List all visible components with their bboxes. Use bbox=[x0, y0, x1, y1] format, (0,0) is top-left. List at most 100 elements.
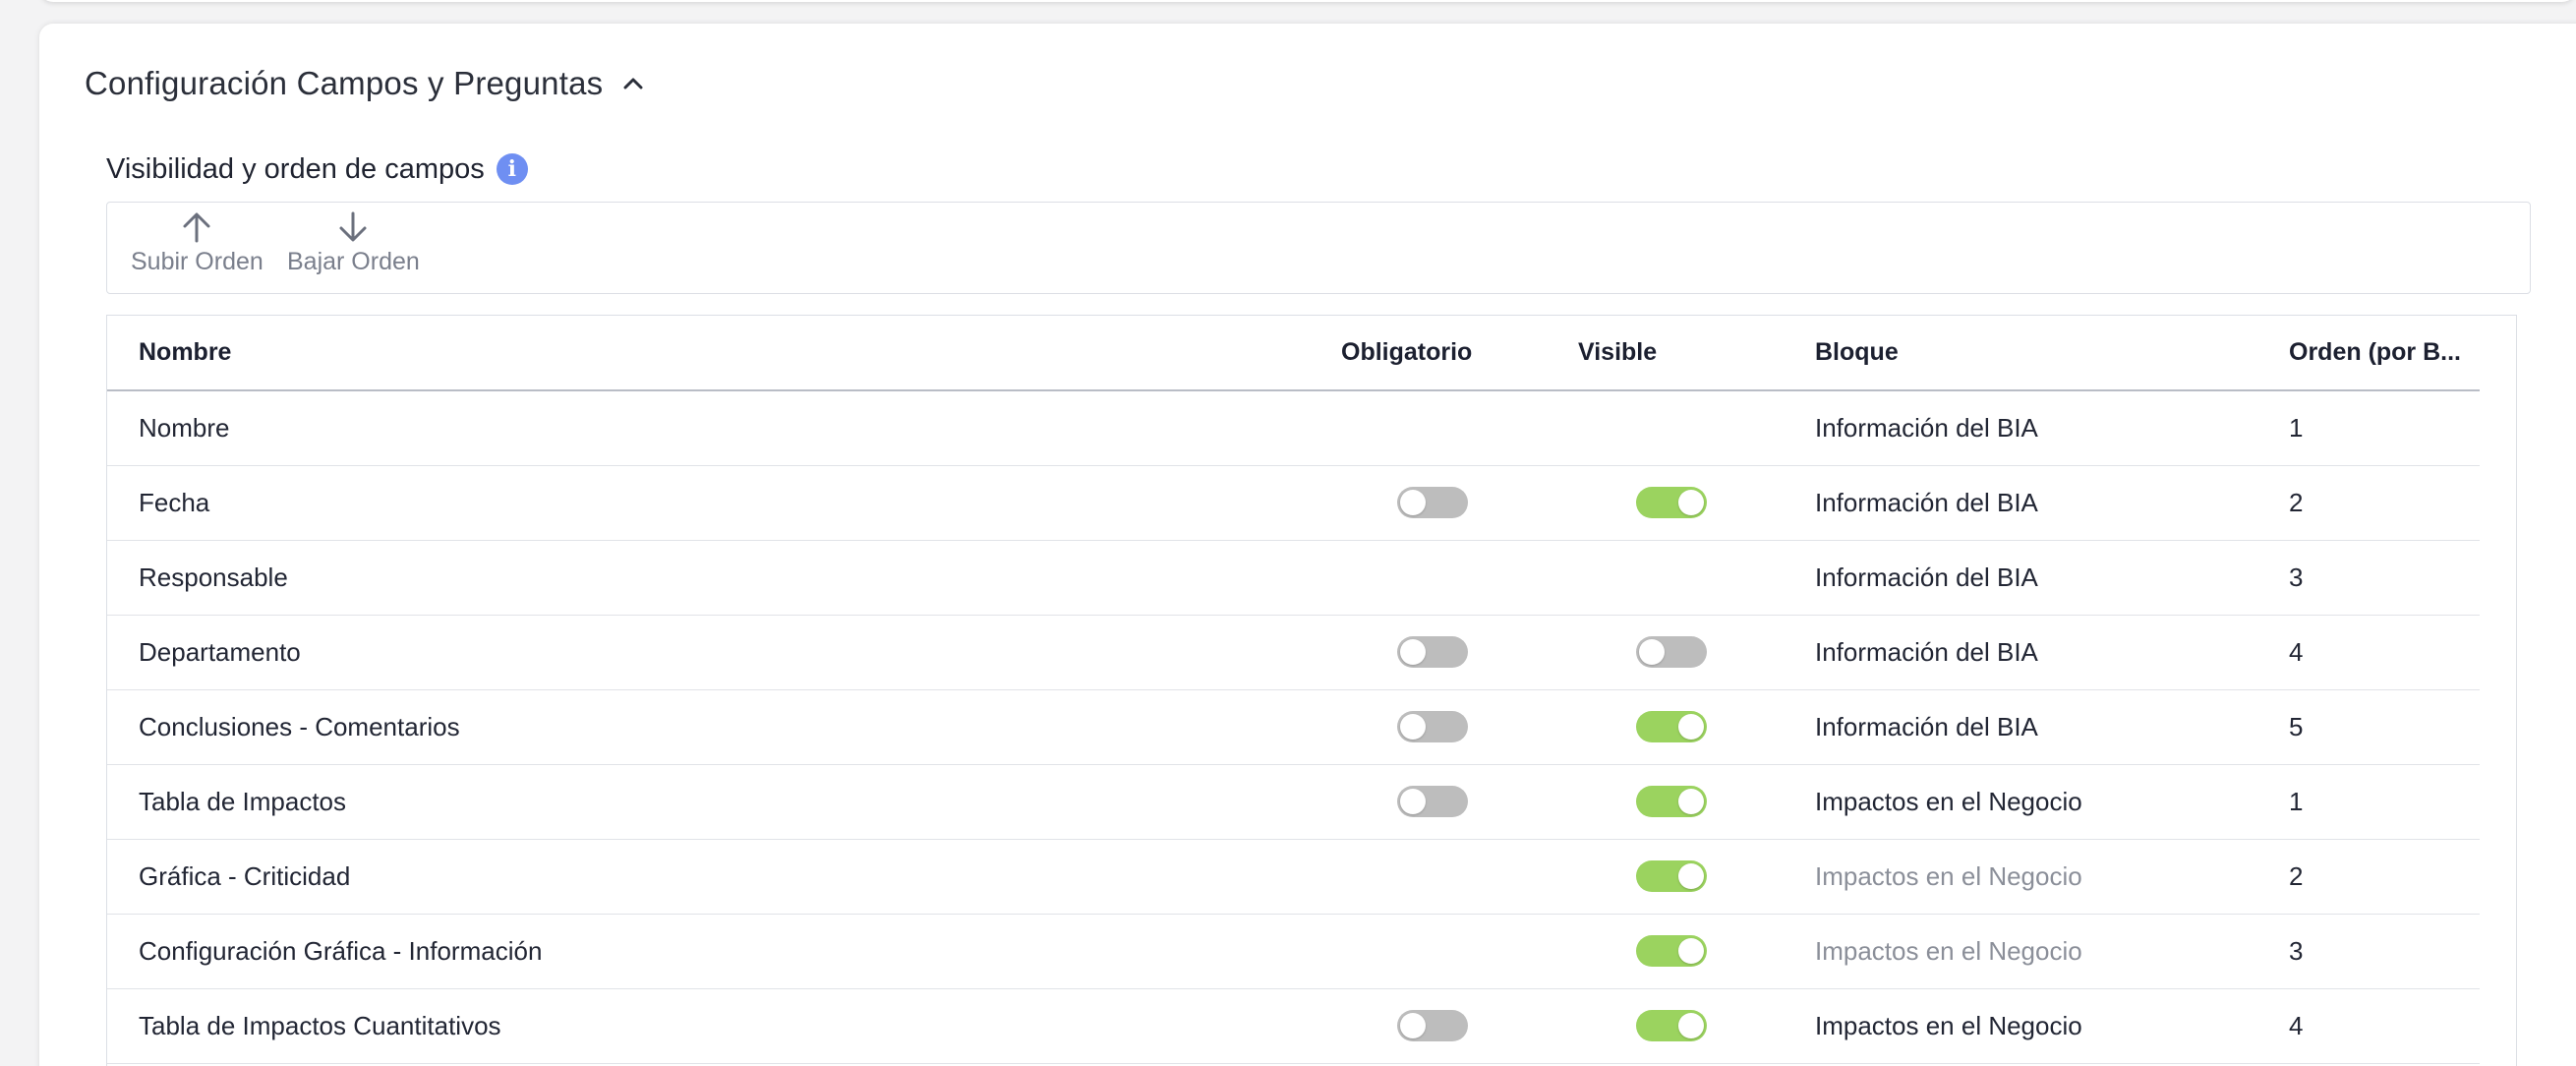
visible-cell bbox=[1578, 390, 1815, 466]
table-row[interactable]: Configuración Gráfica - Información Impac… bbox=[107, 914, 2480, 989]
bloque-cell: Impactos en el Negocio bbox=[1815, 914, 2289, 989]
orden-cell: 5 bbox=[2289, 689, 2480, 765]
visible-toggle[interactable] bbox=[1636, 636, 1707, 668]
visible-toggle[interactable] bbox=[1636, 711, 1707, 742]
field-name-cell: Tabla de Impactos Cuantitativos bbox=[107, 988, 1341, 1064]
visible-toggle-wrapper bbox=[1578, 711, 1815, 742]
arrow-up-icon bbox=[180, 210, 213, 244]
toggle-knob bbox=[1678, 714, 1704, 740]
column-header-nombre[interactable]: Nombre bbox=[107, 316, 1341, 391]
section-header[interactable]: Configuración Campos y Preguntas bbox=[85, 61, 644, 106]
bloque-cell: Impactos en el Negocio bbox=[1815, 839, 2289, 915]
obligatorio-cell bbox=[1341, 689, 1578, 765]
orden-cell: 4 bbox=[2289, 988, 2480, 1064]
info-icon[interactable]: i bbox=[496, 153, 528, 185]
orden-cell: 1 bbox=[2289, 390, 2480, 466]
bloque-cell: Información del BIA bbox=[1815, 615, 2289, 690]
visible-toggle[interactable] bbox=[1636, 786, 1707, 817]
table-row[interactable]: Fecha Información del BIA 2 bbox=[107, 465, 2480, 541]
field-name-cell: Conclusiones - Comentarios bbox=[107, 689, 1341, 765]
orden-cell: 4 bbox=[2289, 615, 2480, 690]
obligatorio-cell bbox=[1341, 988, 1578, 1064]
order-toolbar: Subir Orden Bajar Orden bbox=[106, 202, 2531, 294]
obligatorio-cell bbox=[1341, 764, 1578, 840]
section-title: Configuración Campos y Preguntas bbox=[85, 65, 604, 101]
obligatorio-toggle-wrapper bbox=[1341, 711, 1578, 742]
obligatorio-toggle[interactable] bbox=[1397, 487, 1468, 518]
subsection-header: Visibilidad y orden de campos i bbox=[106, 149, 528, 189]
fields-table-container: Nombre Obligatorio Visible Bloque Orden … bbox=[106, 315, 2517, 1066]
field-name-cell: Tabla de Impactos bbox=[107, 764, 1341, 840]
visible-cell bbox=[1578, 540, 1815, 616]
visible-toggle[interactable] bbox=[1636, 935, 1707, 967]
visible-toggle[interactable] bbox=[1636, 487, 1707, 518]
visible-cell bbox=[1578, 764, 1815, 840]
obligatorio-cell bbox=[1341, 390, 1578, 466]
bloque-cell: Información del BIA bbox=[1815, 465, 2289, 541]
visible-toggle[interactable] bbox=[1636, 1010, 1707, 1041]
visible-toggle-wrapper bbox=[1578, 860, 1815, 892]
field-name-cell: Departamento bbox=[107, 615, 1341, 690]
bloque-cell: Información del BIA bbox=[1815, 689, 2289, 765]
table-row[interactable]: Gráfica - Criticidad Impactos en el Negoc… bbox=[107, 839, 2480, 915]
toggle-knob bbox=[1400, 789, 1426, 814]
obligatorio-cell bbox=[1341, 839, 1578, 915]
toggle-knob bbox=[1400, 714, 1426, 740]
visible-cell bbox=[1578, 988, 1815, 1064]
visible-toggle[interactable] bbox=[1636, 860, 1707, 892]
visible-toggle-wrapper bbox=[1578, 786, 1815, 817]
obligatorio-toggle-wrapper bbox=[1341, 487, 1578, 518]
orden-cell: 3 bbox=[2289, 914, 2480, 989]
visible-cell bbox=[1578, 465, 1815, 541]
fields-table: Nombre Obligatorio Visible Bloque Orden … bbox=[107, 316, 2480, 1064]
obligatorio-toggle[interactable] bbox=[1397, 636, 1468, 668]
toggle-knob bbox=[1678, 863, 1704, 889]
previous-card bbox=[39, 0, 2576, 2]
obligatorio-cell bbox=[1341, 914, 1578, 989]
table-row[interactable]: Conclusiones - Comentarios Información de… bbox=[107, 689, 2480, 765]
visible-toggle-wrapper bbox=[1578, 1010, 1815, 1041]
visible-toggle-wrapper bbox=[1578, 935, 1815, 967]
column-header-visible[interactable]: Visible bbox=[1578, 316, 1815, 391]
visible-toggle-wrapper bbox=[1578, 636, 1815, 668]
column-header-orden[interactable]: Orden (por B... bbox=[2289, 316, 2480, 391]
table-row[interactable]: Tabla de Impactos Impactos en el Negocio 1 bbox=[107, 764, 2480, 840]
visible-cell bbox=[1578, 914, 1815, 989]
obligatorio-toggle[interactable] bbox=[1397, 1010, 1468, 1041]
orden-cell: 3 bbox=[2289, 540, 2480, 616]
field-name-cell: Configuración Gráfica - Información bbox=[107, 914, 1341, 989]
column-header-obligatorio[interactable]: Obligatorio bbox=[1341, 316, 1578, 391]
obligatorio-toggle[interactable] bbox=[1397, 711, 1468, 742]
field-name-cell: Gráfica - Criticidad bbox=[107, 839, 1341, 915]
table-header-row: Nombre Obligatorio Visible Bloque Orden … bbox=[107, 316, 2480, 391]
move-up-button[interactable]: Subir Orden bbox=[131, 210, 263, 276]
toggle-knob bbox=[1639, 639, 1665, 665]
column-header-bloque[interactable]: Bloque bbox=[1815, 316, 2289, 391]
table-row[interactable]: Nombre Información del BIA 1 bbox=[107, 390, 2480, 466]
table-row[interactable]: Departamento Información del BIA 4 bbox=[107, 615, 2480, 690]
field-name-cell: Responsable bbox=[107, 540, 1341, 616]
table-row[interactable]: Tabla de Impactos Cuantitativos Impactos … bbox=[107, 988, 2480, 1064]
arrow-down-icon bbox=[336, 210, 370, 244]
toggle-knob bbox=[1400, 490, 1426, 515]
field-name-cell: Fecha bbox=[107, 465, 1341, 541]
toggle-knob bbox=[1400, 639, 1426, 665]
orden-cell: 2 bbox=[2289, 839, 2480, 915]
obligatorio-cell bbox=[1341, 540, 1578, 616]
toggle-knob bbox=[1678, 789, 1704, 814]
table-row[interactable]: Responsable Información del BIA 3 bbox=[107, 540, 2480, 616]
field-name-cell: Nombre bbox=[107, 390, 1341, 466]
move-down-label: Bajar Orden bbox=[287, 248, 420, 275]
move-down-button[interactable]: Bajar Orden bbox=[287, 210, 420, 276]
obligatorio-toggle-wrapper bbox=[1341, 1010, 1578, 1041]
orden-cell: 2 bbox=[2289, 465, 2480, 541]
bloque-cell: Impactos en el Negocio bbox=[1815, 988, 2289, 1064]
visible-cell bbox=[1578, 839, 1815, 915]
toggle-knob bbox=[1678, 490, 1704, 515]
toggle-knob bbox=[1678, 1013, 1704, 1038]
obligatorio-toggle-wrapper bbox=[1341, 786, 1578, 817]
chevron-up-icon[interactable] bbox=[622, 77, 644, 90]
visible-toggle-wrapper bbox=[1578, 487, 1815, 518]
subsection-title: Visibilidad y orden de campos bbox=[106, 152, 485, 185]
obligatorio-toggle[interactable] bbox=[1397, 786, 1468, 817]
